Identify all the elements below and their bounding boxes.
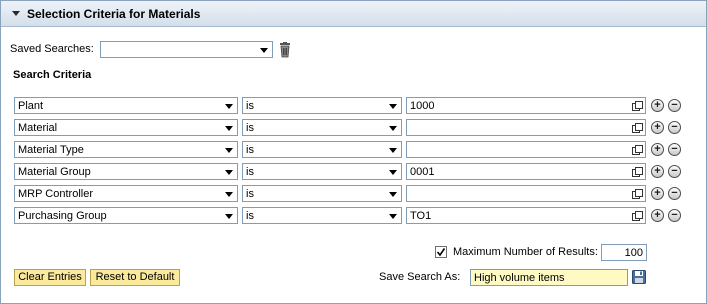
criteria-field-dropdown[interactable]: Material Type — [14, 141, 238, 158]
add-icon[interactable]: + — [651, 165, 664, 178]
criteria-value-text: TO1 — [410, 210, 432, 222]
criteria-operator-value: is — [246, 166, 254, 178]
trash-icon[interactable] — [278, 42, 292, 58]
chevron-down-icon — [225, 170, 233, 175]
criteria-field-dropdown[interactable]: Plant — [14, 97, 238, 114]
value-help-icon[interactable] — [632, 167, 643, 177]
remove-icon[interactable]: − — [668, 121, 681, 134]
remove-icon[interactable]: − — [668, 209, 681, 222]
remove-icon[interactable]: − — [668, 99, 681, 112]
clear-entries-button[interactable]: Clear Entries — [14, 269, 86, 286]
criteria-field-value: Material Group — [18, 166, 91, 178]
criteria-field-value: MRP Controller — [18, 188, 93, 200]
criteria-operator-value: is — [246, 210, 254, 222]
save-search-label: Save Search As: — [379, 271, 461, 283]
criteria-field-value: Material Type — [18, 144, 84, 156]
criteria-field-dropdown[interactable]: Purchasing Group — [14, 207, 238, 224]
criteria-operator-dropdown[interactable]: is — [242, 141, 402, 158]
value-help-icon[interactable] — [632, 211, 643, 221]
criteria-operator-dropdown[interactable]: is — [242, 163, 402, 180]
chevron-down-icon — [389, 126, 397, 131]
chevron-down-icon — [225, 104, 233, 109]
add-icon[interactable]: + — [651, 209, 664, 222]
criteria-operator-dropdown[interactable]: is — [242, 119, 402, 136]
criteria-field-dropdown[interactable]: Material Group — [14, 163, 238, 180]
criteria-field-dropdown[interactable]: Material — [14, 119, 238, 136]
value-help-icon[interactable] — [632, 145, 643, 155]
criteria-value-input[interactable]: 0001 — [406, 163, 646, 180]
reset-to-default-button[interactable]: Reset to Default — [90, 269, 180, 286]
max-results-label: Maximum Number of Results: — [453, 246, 598, 258]
chevron-down-icon — [389, 148, 397, 153]
selection-criteria-panel: Selection Criteria for Materials Saved S… — [0, 0, 707, 304]
panel-header[interactable]: Selection Criteria for Materials — [1, 1, 706, 27]
chevron-down-icon — [225, 148, 233, 153]
chevron-down-icon — [225, 192, 233, 197]
value-help-icon[interactable] — [632, 123, 643, 133]
search-criteria-title: Search Criteria — [13, 69, 92, 81]
save-disk-icon[interactable] — [632, 270, 646, 284]
chevron-down-icon — [225, 126, 233, 131]
criteria-value-input[interactable] — [406, 119, 646, 136]
criteria-field-value: Material — [18, 122, 58, 134]
criteria-field-value: Purchasing Group — [18, 210, 107, 222]
saved-searches-dropdown[interactable] — [100, 41, 273, 58]
add-icon[interactable]: + — [651, 121, 664, 134]
criteria-operator-value: is — [246, 100, 254, 112]
remove-icon[interactable]: − — [668, 187, 681, 200]
chevron-down-icon — [389, 214, 397, 219]
add-icon[interactable]: + — [651, 99, 664, 112]
collapse-triangle-icon[interactable] — [12, 11, 20, 16]
criteria-value-text: 0001 — [410, 166, 435, 178]
criteria-operator-dropdown[interactable]: is — [242, 185, 402, 202]
criteria-value-input[interactable]: 1000 — [406, 97, 646, 114]
add-icon[interactable]: + — [651, 187, 664, 200]
chevron-down-icon — [389, 192, 397, 197]
panel-title: Selection Criteria for Materials — [27, 7, 201, 21]
max-results-checkbox[interactable] — [435, 246, 447, 258]
criteria-operator-value: is — [246, 188, 254, 200]
criteria-operator-dropdown[interactable]: is — [242, 207, 402, 224]
chevron-down-icon — [260, 48, 268, 53]
criteria-operator-value: is — [246, 144, 254, 156]
criteria-field-dropdown[interactable]: MRP Controller — [14, 185, 238, 202]
save-search-value: High volume items — [474, 272, 565, 284]
chevron-down-icon — [225, 214, 233, 219]
max-results-input[interactable]: 100 — [601, 244, 647, 261]
criteria-value-input[interactable]: TO1 — [406, 207, 646, 224]
max-results-value: 100 — [624, 247, 643, 259]
chevron-down-icon — [389, 104, 397, 109]
value-help-icon[interactable] — [632, 101, 643, 111]
criteria-value-input[interactable] — [406, 141, 646, 158]
add-icon[interactable]: + — [651, 143, 664, 156]
criteria-field-value: Plant — [18, 100, 44, 112]
checkbox-check-icon — [436, 248, 446, 257]
remove-icon[interactable]: − — [668, 165, 681, 178]
criteria-operator-value: is — [246, 122, 254, 134]
criteria-value-text: 1000 — [410, 100, 435, 112]
value-help-icon[interactable] — [632, 189, 643, 199]
criteria-value-input[interactable] — [406, 185, 646, 202]
chevron-down-icon — [389, 170, 397, 175]
criteria-operator-dropdown[interactable]: is — [242, 97, 402, 114]
save-search-input[interactable]: High volume items — [470, 269, 628, 286]
saved-searches-label: Saved Searches: — [10, 43, 94, 55]
remove-icon[interactable]: − — [668, 143, 681, 156]
